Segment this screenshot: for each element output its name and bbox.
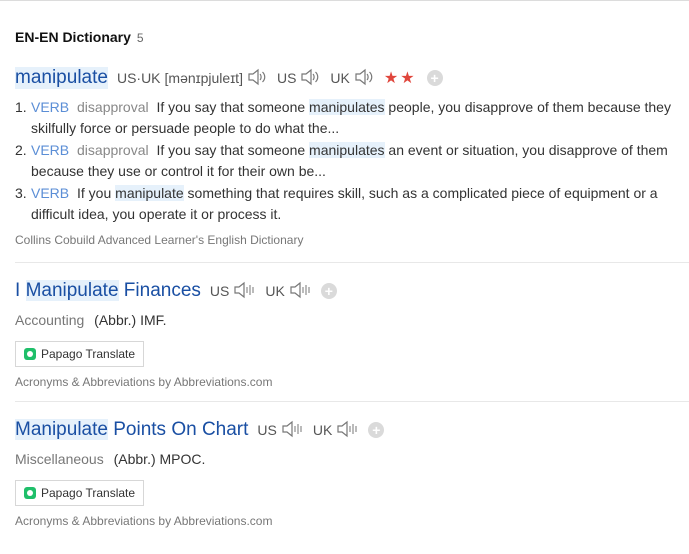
pronunciation: US·UK [mənɪpjuleɪt] US UK xyxy=(117,68,374,89)
abbreviation: (Abbr.) MPOC. xyxy=(113,451,206,467)
highlight-term: manipulate xyxy=(115,185,184,201)
headword-part: Points On Chart xyxy=(107,419,249,440)
sense-number: 3. xyxy=(15,185,27,201)
abbreviation-line: Accounting (Abbr.) IMF. xyxy=(15,312,689,328)
sense-list: 1. VERB disapproval If you say that some… xyxy=(15,97,689,225)
sense-number: 1. xyxy=(15,99,27,115)
highlight-term: manipulates xyxy=(309,99,385,115)
sense-item: 2. VERB disapproval If you say that some… xyxy=(15,140,689,182)
sense-number: 2. xyxy=(15,142,27,158)
sense-item: 3. VERB If you manipulate something that… xyxy=(15,183,689,225)
usage-label: disapproval xyxy=(77,142,149,158)
source-credit: Collins Cobuild Advanced Learner's Engli… xyxy=(15,233,304,247)
us-speaker-icon[interactable] xyxy=(300,68,320,89)
papago-icon xyxy=(24,487,36,499)
dictionary-title: EN-EN Dictionary xyxy=(15,29,131,45)
entry-headline: manipulate US·UK [mənɪpjuleɪt] US UK ★★ … xyxy=(15,67,689,89)
speaker-icon[interactable] xyxy=(247,68,267,89)
pronunciation: US UK xyxy=(210,281,311,302)
entry-divider xyxy=(15,401,689,402)
usage-label: disapproval xyxy=(77,99,149,115)
headword[interactable]: manipulate xyxy=(15,67,108,89)
add-wordbook-icon[interactable]: + xyxy=(426,70,443,86)
entry-headline: Manipulate Points On Chart US UK + xyxy=(15,419,689,441)
abbreviation-line: Miscellaneous (Abbr.) MPOC. xyxy=(15,451,689,467)
part-of-speech: VERB xyxy=(31,142,70,158)
papago-translate-button[interactable]: Papago Translate xyxy=(15,480,145,506)
field-label: Accounting xyxy=(15,312,85,328)
sense-item: 1. VERB disapproval If you say that some… xyxy=(15,97,689,139)
uk-speaker-icon[interactable] xyxy=(354,68,374,89)
add-wordbook-icon[interactable]: + xyxy=(320,283,337,299)
us-label: US xyxy=(276,70,297,86)
highlight-term: Manipulate xyxy=(15,419,108,440)
add-wordbook-icon[interactable]: + xyxy=(368,422,385,438)
headword[interactable]: Manipulate Points On Chart xyxy=(15,419,248,441)
us-label: US xyxy=(257,422,277,438)
highlight-term: manipulates xyxy=(309,142,385,158)
dictionary-header: EN-EN Dictionary 5 xyxy=(15,29,144,45)
result-count: 5 xyxy=(136,31,144,45)
ipa: [mənɪpjuleɪt] xyxy=(164,70,243,86)
part-of-speech: VERB xyxy=(31,99,70,115)
source-credit: Acronyms & Abbreviations by Abbreviation… xyxy=(15,375,273,389)
field-label: Miscellaneous xyxy=(15,451,104,467)
uk-label: UK xyxy=(312,422,333,438)
headword-part: I xyxy=(15,280,26,301)
entry-i-manipulate-finances: I Manipulate Finances US UK + Accounting… xyxy=(15,280,689,389)
entry-manipulate: manipulate US·UK [mənɪpjuleɪt] US UK ★★ … xyxy=(15,67,689,247)
papago-icon xyxy=(24,348,36,360)
us-speaker-icon[interactable] xyxy=(233,281,255,302)
uk-label: UK xyxy=(265,283,285,299)
definition-text: If you say that someone xyxy=(156,142,310,158)
pron-label: US·UK xyxy=(116,70,161,86)
uk-speaker-icon[interactable] xyxy=(289,281,311,302)
headword[interactable]: I Manipulate Finances xyxy=(15,280,201,302)
entry-manipulate-points-on-chart: Manipulate Points On Chart US UK + Misce… xyxy=(15,419,689,528)
pronunciation: US UK xyxy=(257,420,358,441)
entry-divider xyxy=(15,262,689,263)
entry-headline: I Manipulate Finances US UK + xyxy=(15,280,689,302)
papago-label: Papago Translate xyxy=(41,347,136,361)
definition-text: If you xyxy=(77,185,116,201)
rating-stars: ★★ xyxy=(383,70,417,87)
us-speaker-icon[interactable] xyxy=(281,420,303,441)
uk-speaker-icon[interactable] xyxy=(336,420,358,441)
us-label: US xyxy=(209,283,230,299)
part-of-speech: VERB xyxy=(31,185,70,201)
highlight-term: Manipulate xyxy=(25,280,119,301)
papago-label: Papago Translate xyxy=(41,486,136,500)
abbreviation: (Abbr.) IMF. xyxy=(94,312,167,328)
source-credit: Acronyms & Abbreviations by Abbreviation… xyxy=(15,514,273,528)
definition-text: If you say that someone xyxy=(156,99,310,115)
papago-translate-button[interactable]: Papago Translate xyxy=(15,341,145,367)
headword-part: Finances xyxy=(118,280,201,301)
top-divider xyxy=(0,0,689,1)
uk-label: UK xyxy=(330,70,350,86)
